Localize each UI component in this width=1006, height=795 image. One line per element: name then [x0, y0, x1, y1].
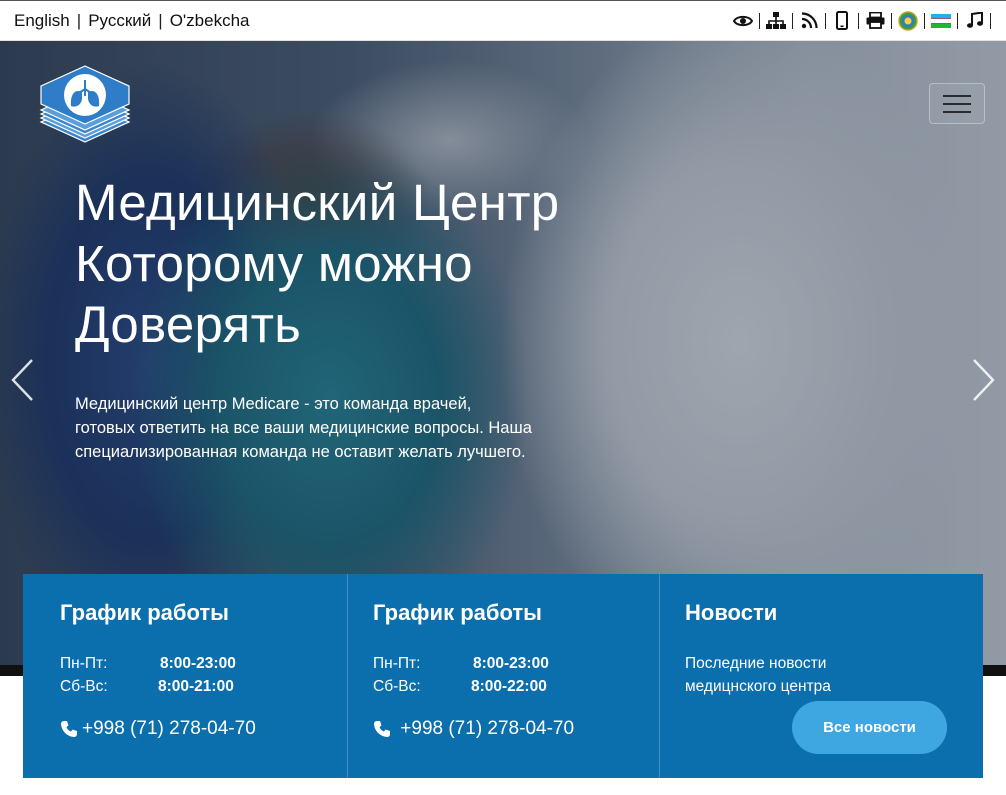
chevron-right-icon — [973, 359, 995, 401]
phone-number: +998 (71) 278-04-70 — [395, 718, 575, 739]
lang-english[interactable]: English — [14, 11, 70, 31]
schedule-title: График работы — [373, 600, 542, 625]
rss-icon[interactable] — [798, 10, 820, 32]
schedule-time: 8:00-21:00 — [158, 678, 234, 695]
hero-title-line: Которому можно — [75, 235, 473, 292]
hero-title: Медицинский Центр Которому можно Доверят… — [75, 172, 675, 355]
hamburger-line — [943, 102, 971, 105]
separator — [759, 12, 760, 29]
schedule-row: Пн-Пт: 8:00-23:00 — [373, 652, 659, 675]
hamburger-line — [943, 94, 971, 97]
site-logo[interactable] — [38, 62, 132, 148]
news-panel: Новости Последние новости медицнского це… — [659, 574, 983, 778]
schedule-row: Сб-Вс: 8:00-21:00 — [60, 675, 347, 698]
lang-russian[interactable]: Русский — [88, 11, 151, 31]
news-title: Новости — [685, 600, 778, 625]
separator — [990, 12, 991, 29]
schedule-panel: График работы Пн-Пт: 8:00-23:00 Сб-Вс: 8… — [23, 574, 347, 778]
carousel-next-button[interactable] — [968, 358, 998, 402]
phone-icon — [374, 721, 390, 737]
hero-description-line: готовых ответить на все ваши медицинские… — [75, 419, 532, 437]
schedule-day: Сб-Вс: — [60, 678, 108, 695]
separator — [957, 12, 958, 29]
separator: | — [158, 10, 163, 30]
hero-description-line: специализированная команда не оставит же… — [75, 443, 526, 461]
info-panels: График работы Пн-Пт: 8:00-23:00 Сб-Вс: 8… — [23, 574, 983, 778]
schedule-time: 8:00-23:00 — [160, 655, 236, 672]
eye-icon[interactable] — [732, 10, 754, 32]
news-description-line: медицнского центра — [685, 678, 831, 695]
hamburger-line — [943, 110, 971, 113]
emblem-icon[interactable] — [897, 10, 919, 32]
schedule-time: 8:00-23:00 — [473, 655, 549, 672]
all-news-button[interactable]: Все новости — [792, 701, 947, 754]
schedule-day: Сб-Вс: — [373, 678, 421, 695]
phone-icon — [61, 721, 77, 737]
phone-link[interactable]: +998 (71) 278-04-70 — [60, 718, 347, 740]
news-description-line: Последние новости — [685, 655, 827, 672]
hero-title-line: Медицинский Центр — [75, 174, 560, 231]
schedule-row: Сб-Вс: 8:00-22:00 — [373, 675, 659, 698]
hero-description-line: Медицинский центр Medicare - это команда… — [75, 395, 472, 413]
schedule-panel: График работы Пн-Пт: 8:00-23:00 Сб-Вс: 8… — [347, 574, 659, 778]
schedule-title: График работы — [60, 600, 229, 625]
separator — [858, 12, 859, 29]
schedule-row: Пн-Пт: 8:00-23:00 — [60, 652, 347, 675]
music-icon[interactable] — [963, 10, 985, 32]
mobile-icon[interactable] — [831, 10, 853, 32]
accessibility-tools — [732, 10, 996, 32]
chevron-left-icon — [11, 359, 33, 401]
separator — [825, 12, 826, 29]
schedule-day: Пн-Пт: — [373, 655, 421, 672]
language-switcher: English | Русский | O'zbekcha — [14, 11, 249, 31]
schedule-time: 8:00-22:00 — [471, 678, 547, 695]
lang-uzbek[interactable]: O'zbekcha — [170, 11, 250, 31]
schedule-day: Пн-Пт: — [60, 655, 108, 672]
print-icon[interactable] — [864, 10, 886, 32]
uz-flag-icon[interactable] — [930, 10, 952, 32]
news-description: Последние новости медицнского центра — [685, 652, 915, 698]
menu-toggle-button[interactable] — [929, 83, 985, 124]
phone-link[interactable]: +998 (71) 278-04-70 — [373, 718, 659, 740]
separator — [792, 12, 793, 29]
carousel-prev-button[interactable] — [8, 358, 38, 402]
hero-description: Медицинский центр Medicare - это команда… — [75, 392, 595, 464]
hero-title-line: Доверять — [75, 296, 302, 353]
sitemap-icon[interactable] — [765, 10, 787, 32]
phone-number: +998 (71) 278-04-70 — [82, 718, 256, 739]
top-bar: English | Русский | O'zbekcha — [0, 0, 1006, 41]
separator — [891, 12, 892, 29]
separator — [924, 12, 925, 29]
separator: | — [76, 10, 82, 30]
